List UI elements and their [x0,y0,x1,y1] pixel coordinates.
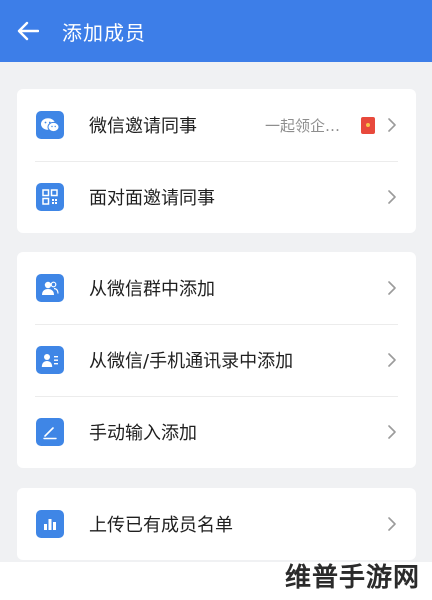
back-button[interactable] [0,0,56,62]
chevron-right-icon [388,517,396,531]
chevron-right-icon [388,281,396,295]
wechat-invite-row[interactable]: 微信邀请同事 一起领企… [17,89,416,161]
app-header: 添加成员 [0,0,432,62]
group-contacts-icon [36,274,64,302]
site-watermark: 维普手游网 [284,563,420,593]
invite-group: 微信邀请同事 一起领企… 面对面邀请同事 [17,89,416,233]
upload-list-icon [36,510,64,538]
wechat-group-add-row[interactable]: 从微信群中添加 [17,252,416,324]
chevron-right-icon [388,425,396,439]
upload-list-row[interactable]: 上传已有成员名单 [17,488,416,560]
row-label: 微信邀请同事 [89,116,197,137]
page-title: 添加成员 [62,20,146,45]
contact-card-icon [36,346,64,374]
wechat-icon [36,111,64,139]
face-to-face-invite-row[interactable]: 面对面邀请同事 [17,161,416,233]
row-label: 从微信群中添加 [89,279,215,300]
chevron-right-icon [388,190,396,204]
row-label: 上传已有成员名单 [89,515,233,536]
pencil-icon [36,418,64,446]
red-envelope-icon [361,116,375,134]
arrow-left-icon [17,21,39,41]
qrcode-icon [36,183,64,211]
row-hint: 一起领企… [264,116,340,135]
contacts-add-row[interactable]: 从微信/手机通讯录中添加 [17,324,416,396]
import-group: 从微信群中添加 从微信/手机通讯录中添加 手动输入添加 [17,252,416,468]
row-label: 面对面邀请同事 [89,188,215,209]
row-label: 从微信/手机通讯录中添加 [89,351,294,372]
row-label: 手动输入添加 [89,423,197,444]
chevron-right-icon [388,118,396,132]
manual-add-row[interactable]: 手动输入添加 [17,396,416,468]
chevron-right-icon [388,353,396,367]
upload-group: 上传已有成员名单 [17,488,416,560]
